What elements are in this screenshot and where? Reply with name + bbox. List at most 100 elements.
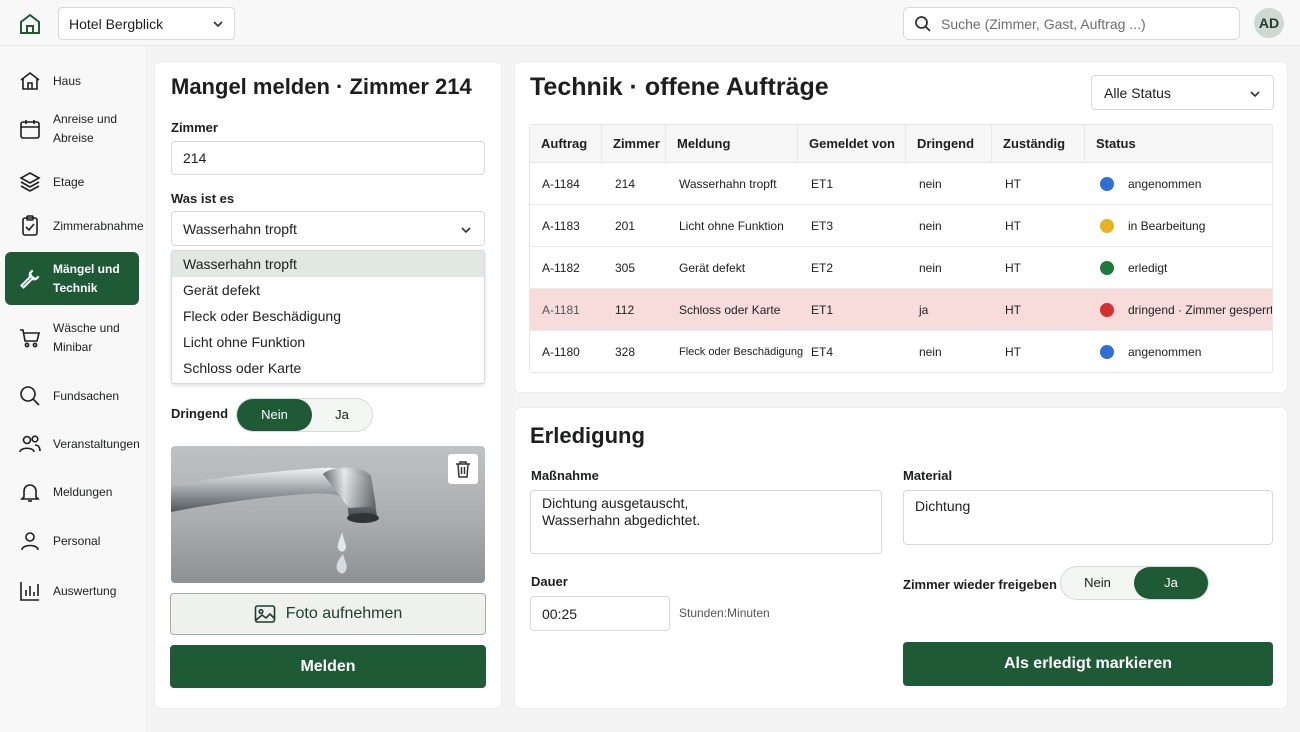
sidebar-item-meldungen[interactable]: Meldungen [5, 474, 139, 510]
sidebar-item-waesche[interactable]: Wäsche und Minibar [5, 314, 139, 362]
column-header[interactable]: Status [1085, 125, 1272, 163]
take-photo-button[interactable]: Foto aufnehmen [170, 593, 486, 635]
urgent-yes-option[interactable]: Ja [312, 399, 372, 431]
bar-chart-icon [20, 582, 39, 601]
release-toggle: Nein Ja [1060, 566, 1209, 600]
sidebar-item-fundsachen[interactable]: Fundsachen [5, 378, 139, 414]
duration-input[interactable]: 00:25 [530, 596, 670, 631]
sidebar-item-anreise[interactable]: Anreise und Abreise [5, 106, 139, 152]
chevron-down-icon [1250, 91, 1260, 98]
order-reporter: ET2 [811, 261, 834, 275]
urgent-no-option[interactable]: Nein [237, 399, 312, 431]
avatar[interactable]: AD [1254, 8, 1284, 38]
order-room: 201 [615, 219, 636, 233]
order-room: 305 [615, 261, 636, 275]
order-id: A-1182 [542, 261, 580, 275]
submit-report-button[interactable]: Melden [170, 645, 486, 688]
release-yes-option[interactable]: Ja [1134, 567, 1208, 599]
sidebar-item-label: Anreise und Abreise [53, 112, 118, 145]
table-row[interactable]: A-1181 112 Schloss oder Karte ET1 ja HT … [530, 289, 1272, 331]
material-label: Material [903, 468, 953, 483]
status-filter-value: Alle Status [1104, 84, 1171, 101]
trash-icon [456, 461, 470, 478]
sidebar-item-zimmerabnahme[interactable]: Zimmerabnahme [5, 208, 144, 244]
mark-done-button[interactable]: Als erledigt markieren [903, 642, 1273, 686]
status-text: erledigt [1128, 261, 1168, 275]
calendar-icon [20, 120, 40, 139]
chevron-down-icon [461, 226, 471, 233]
order-id: A-1183 [542, 219, 580, 233]
faucet-image [171, 467, 379, 574]
room-field[interactable]: 214 [171, 141, 485, 175]
status-filter-select[interactable]: Alle Status [1091, 75, 1274, 110]
order-id: A-1180 [542, 345, 580, 359]
column-header[interactable]: Dringend [906, 125, 992, 163]
column-header[interactable]: Gemeldet von [798, 125, 906, 163]
sidebar-item-label: Etage [53, 174, 85, 189]
status-text: angenommen [1128, 345, 1202, 359]
order-urgent: ja [919, 303, 929, 317]
order-urgent: nein [919, 345, 942, 359]
table-row[interactable]: A-1182 305 Gerät defekt ET2 nein HT erle… [530, 247, 1272, 289]
clipboard-icon [22, 215, 38, 236]
order-id: A-1181 [542, 303, 580, 317]
order-assignee: HT [1005, 345, 1021, 359]
duration-value: 00:25 [542, 605, 578, 622]
material-textarea[interactable]: Dichtung [903, 490, 1273, 545]
sidebar-item-label: Personal [53, 533, 101, 548]
hotel-select-value: Hotel Bergblick [69, 16, 164, 32]
sidebar-item-label: Veranstaltungen [53, 436, 140, 451]
status-dot [1100, 261, 1114, 275]
column-header[interactable]: Auftrag [530, 125, 602, 163]
order-urgent: nein [919, 261, 942, 275]
sidebar-item-personal[interactable]: Personal [5, 523, 139, 559]
status-dot [1100, 345, 1114, 359]
hotel-select[interactable]: Hotel Bergblick [58, 7, 235, 40]
status-text: in Bearbeitung [1128, 219, 1206, 233]
status-text: angenommen [1128, 177, 1202, 191]
cart-icon [20, 329, 41, 348]
dropdown-option[interactable]: Schloss oder Karte [172, 355, 484, 381]
sidebar-item-veranstaltungen[interactable]: Veranstaltungen [5, 426, 140, 462]
sidebar-item-label: Wäsche und Minibar [53, 321, 120, 354]
order-room: 112 [615, 303, 635, 317]
sidebar-item-etage[interactable]: Etage [5, 164, 139, 200]
order-assignee: HT [1005, 177, 1021, 191]
sidebar-item-auswertung[interactable]: Auswertung [5, 573, 139, 609]
sidebar-item-haus[interactable]: Haus [5, 62, 139, 100]
column-header[interactable]: Zuständig [992, 125, 1085, 163]
user-icon [21, 532, 39, 551]
order-reporter: ET1 [811, 303, 834, 317]
column-header[interactable]: Zimmer [602, 125, 666, 163]
home-icon[interactable] [18, 12, 42, 36]
table-row[interactable]: A-1183 201 Licht ohne Funktion ET3 nein … [530, 205, 1272, 247]
house-icon [20, 71, 40, 90]
dropdown-option[interactable]: Licht ohne Funktion [172, 329, 484, 355]
sidebar-item-maengel[interactable]: Mängel und Technik [5, 252, 139, 305]
mark-done-label: Als erledigt markieren [1003, 655, 1173, 672]
completion-title: Erledigung [530, 423, 645, 448]
dropdown-option[interactable]: Wasserhahn tropft [172, 251, 484, 277]
search-box [903, 7, 1240, 40]
search-input[interactable] [941, 12, 1231, 36]
bell-icon [20, 484, 40, 502]
order-assignee: HT [1005, 261, 1021, 275]
search-icon [915, 16, 931, 32]
column-header[interactable]: Meldung [666, 125, 798, 163]
measure-textarea[interactable]: Dichtung ausgetauscht, Wasserhahn abgedi… [530, 490, 882, 554]
delete-photo-button[interactable] [448, 454, 478, 484]
table-row[interactable]: A-1184 214 Wasserhahn tropft ET1 nein HT… [530, 163, 1272, 205]
defect-type-select[interactable]: Wasserhahn tropft [171, 211, 485, 246]
order-reporter: ET1 [811, 177, 834, 191]
table-row[interactable]: A-1180 328 Fleck oder Beschädigung ET4 n… [530, 331, 1272, 372]
defect-photo [171, 446, 485, 583]
dropdown-option[interactable]: Gerät defekt [172, 277, 484, 303]
status-dot [1100, 177, 1114, 191]
order-message: Fleck oder Beschädigung [679, 346, 804, 358]
sidebar-item-label: Meldungen [53, 484, 113, 499]
dropdown-option[interactable]: Fleck oder Beschädigung [172, 303, 484, 329]
order-message: Schloss oder Karte [679, 303, 781, 317]
sidebar-item-label: Auswertung [53, 583, 117, 598]
sidebar-item-label: Zimmerabnahme [53, 218, 144, 233]
release-no-option[interactable]: Nein [1061, 567, 1134, 599]
